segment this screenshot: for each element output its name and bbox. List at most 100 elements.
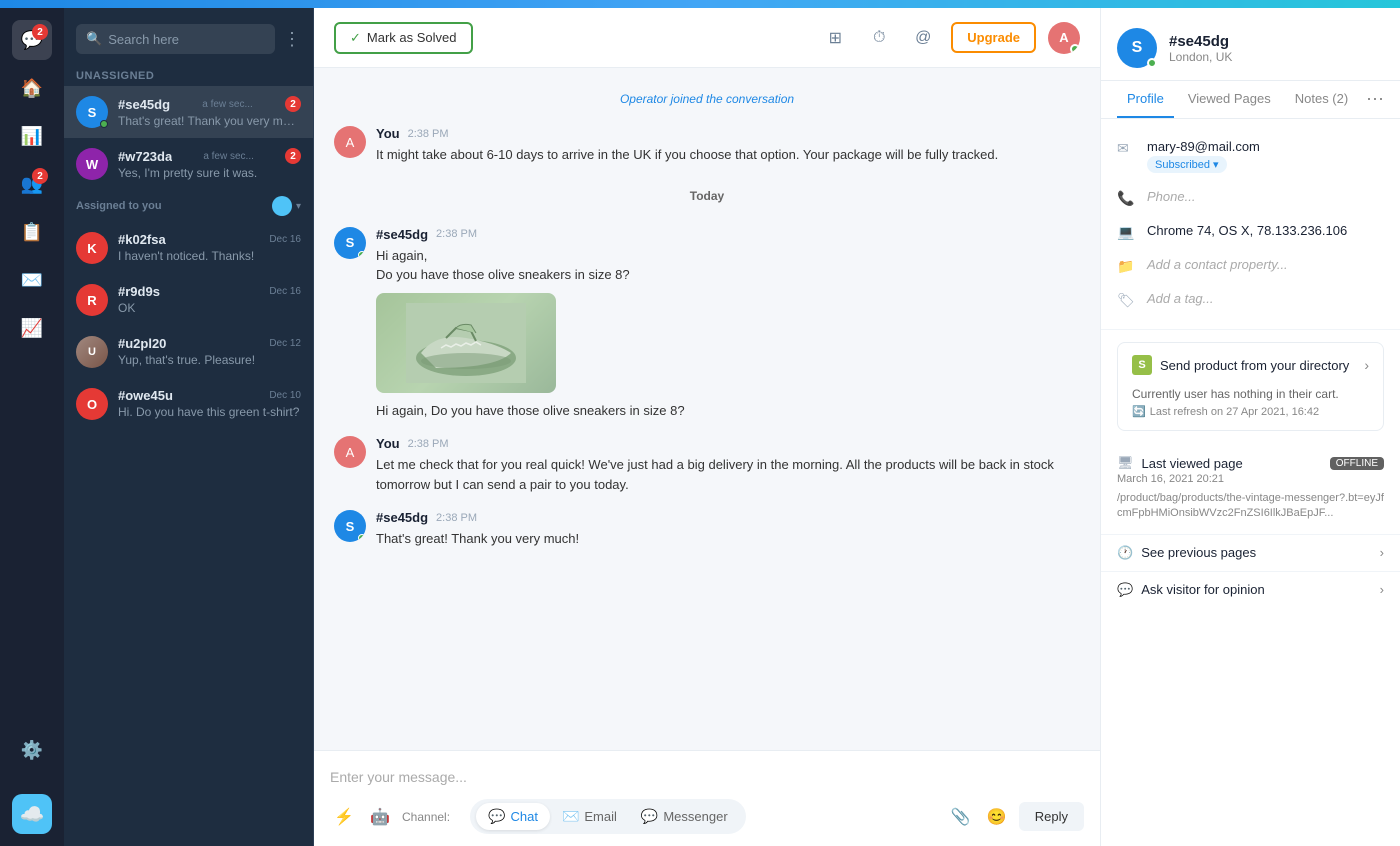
conv-time-owe45u: Dec 10: [269, 390, 301, 401]
msg-bubble-2b: Hi again, Do you have those olive sneake…: [376, 401, 1080, 421]
conv-info-owe45u: #owe45u Dec 10 Hi. Do you have this gree…: [118, 388, 301, 419]
see-previous-content: 🕐 See previous pages: [1117, 545, 1256, 561]
input-toolbar: ⚡ 🤖 Channel: 💬 Chat ✉️ Email 💬: [330, 799, 1084, 834]
reply-button[interactable]: Reply: [1019, 802, 1084, 831]
upgrade-button[interactable]: Upgrade: [951, 22, 1036, 53]
rp-tab-profile[interactable]: Profile: [1117, 81, 1174, 118]
send-product-card[interactable]: S Send product from your directory › Cur…: [1117, 342, 1384, 431]
main-layout: 💬 2 🏠 📊 👥 2 📋 ✉️ 📈 ⚙️: [0, 8, 1400, 846]
user-avatar-header[interactable]: A: [1048, 22, 1080, 54]
conv-header: 🔍 ⋮: [64, 8, 313, 62]
lightning-icon[interactable]: ⚡: [330, 803, 358, 831]
add-property-label[interactable]: Add a contact property...: [1147, 257, 1384, 272]
avatar-k02fsa: K: [76, 232, 108, 264]
unassigned-label: Unassigned: [64, 62, 313, 86]
rp-tab-more-icon[interactable]: ⋯: [1366, 89, 1384, 110]
search-box[interactable]: 🔍: [76, 24, 275, 54]
avatar-w723da: W: [76, 148, 108, 180]
rp-phone-placeholder[interactable]: Phone...: [1147, 189, 1384, 204]
messenger-channel-icon: 💬: [641, 808, 658, 825]
msg-time-1: 2:38 PM: [408, 128, 449, 140]
logo-icon: ☁️: [20, 802, 45, 827]
mention-icon[interactable]: @: [907, 22, 939, 54]
top-bar: [0, 0, 1400, 8]
contacts-badge: 2: [32, 168, 48, 184]
ask-opinion-button[interactable]: 💬 Ask visitor for opinion ›: [1101, 572, 1400, 608]
conversation-item-u2pl20[interactable]: U #u2pl20 Dec 12 Yup, that's true. Pleas…: [64, 326, 313, 378]
assigned-header: Assigned to you ▾: [64, 190, 313, 222]
channel-tab-email[interactable]: ✉️ Email: [550, 803, 629, 830]
msg-bubble-3: Let me check that for you real quick! We…: [376, 455, 1080, 494]
channel-selector: 💬 Chat ✉️ Email 💬 Messenger: [470, 799, 746, 834]
avatar-owe45u: O: [76, 388, 108, 420]
msg-time-2: 2:38 PM: [436, 228, 477, 240]
nav-icon-reports[interactable]: 📊: [12, 116, 52, 156]
send-product-header[interactable]: S Send product from your directory ›: [1118, 343, 1383, 387]
see-previous-button[interactable]: 🕐 See previous pages ›: [1101, 535, 1400, 572]
conv-name-se45dg: #se45dg: [118, 97, 170, 112]
nav-icon-home[interactable]: 🏠: [12, 68, 52, 108]
conv-info-r9d9s: #r9d9s Dec 16 OK: [118, 284, 301, 315]
channel-tab-chat[interactable]: 💬 Chat: [476, 803, 550, 830]
nav-logo[interactable]: ☁️: [12, 794, 52, 834]
lp-url: /product/bag/products/the-vintage-messen…: [1117, 491, 1384, 522]
subscribed-arrow: ▾: [1213, 158, 1219, 171]
last-refresh-text: 🔄 Last refresh on 27 Apr 2021, 16:42: [1132, 405, 1369, 418]
message-input[interactable]: [330, 763, 1084, 791]
add-tag-label[interactable]: Add a tag...: [1147, 291, 1384, 306]
clock-icon[interactable]: ⏱: [863, 22, 895, 54]
rp-contact-fields: ✉ mary-89@mail.com Subscribed ▾ 📞 Phone.…: [1101, 119, 1400, 330]
msg-header-4: #se45dg 2:38 PM: [376, 510, 1080, 525]
rp-tag-field: 🏷 Add a tag...: [1117, 283, 1384, 317]
conversation-item-k02fsa[interactable]: K #k02fsa Dec 16 I haven't noticed. Than…: [64, 222, 313, 274]
nav-sidebar: 💬 2 🏠 📊 👥 2 📋 ✉️ 📈 ⚙️: [0, 8, 64, 846]
channel-tab-messenger[interactable]: 💬 Messenger: [629, 803, 740, 830]
rp-phone-content: Phone...: [1147, 189, 1384, 204]
subscribed-tag[interactable]: Subscribed ▾: [1147, 156, 1227, 173]
conversations-panel: 🔍 ⋮ Unassigned S #se45dg a few sec... 2: [64, 8, 314, 846]
conversation-item-se45dg[interactable]: S #se45dg a few sec... 2 That's great! T…: [64, 86, 313, 138]
monitor-icon: 🖥: [1117, 455, 1134, 471]
agent-avatar-1: A: [334, 126, 366, 158]
phone-icon: 📞: [1117, 190, 1137, 207]
sneaker-svg: [406, 303, 526, 383]
conversation-item-r9d9s[interactable]: R #r9d9s Dec 16 OK: [64, 274, 313, 326]
messenger-channel-label: Messenger: [663, 809, 727, 824]
emoji-icon[interactable]: 😊: [983, 803, 1011, 831]
conversation-item-w723da[interactable]: W #w723da a few sec... 2 Yes, I'm pretty…: [64, 138, 313, 190]
rp-tab-notes[interactable]: Notes (2): [1285, 81, 1358, 118]
msg-image-sneakers: [376, 293, 556, 393]
conv-preview-owe45u: Hi. Do you have this green t-shirt?: [118, 405, 301, 419]
search-input[interactable]: [108, 32, 265, 47]
nav-icon-contacts[interactable]: 👥 2: [12, 164, 52, 204]
rp-property-field: 📁 Add a contact property...: [1117, 249, 1384, 283]
rp-browser-value: Chrome 74, OS X, 78.133.236.106: [1147, 223, 1384, 238]
rp-browser-content: Chrome 74, OS X, 78.133.236.106: [1147, 223, 1384, 238]
rp-name: #se45dg: [1169, 33, 1232, 50]
rp-tabs: Profile Viewed Pages Notes (2) ⋯: [1101, 81, 1400, 119]
conv-top-se45dg: #se45dg a few sec... 2: [118, 96, 301, 112]
reports-icon: 📊: [21, 126, 43, 147]
email-channel-label: Email: [584, 809, 617, 824]
chat-messages: Operator joined the conversation A You 2…: [314, 68, 1100, 750]
chat-input-area: ⚡ 🤖 Channel: 💬 Chat ✉️ Email 💬: [314, 750, 1100, 846]
rp-tab-viewed[interactable]: Viewed Pages: [1178, 81, 1281, 118]
lp-title: 🖥 Last viewed page: [1117, 455, 1243, 471]
nav-icon-settings[interactable]: ⚙️: [12, 730, 52, 770]
tag-icon: 🏷: [1117, 292, 1137, 309]
rp-email-content: mary-89@mail.com Subscribed ▾: [1147, 139, 1384, 173]
nav-icon-email[interactable]: ✉️: [12, 260, 52, 300]
bot-icon[interactable]: 🤖: [366, 803, 394, 831]
grid-icon[interactable]: ⊞: [819, 22, 851, 54]
opinion-icon: 💬: [1117, 582, 1133, 598]
nav-icon-chat[interactable]: 💬 2: [12, 20, 52, 60]
nav-icon-analytics[interactable]: 📈: [12, 308, 52, 348]
mark-solved-button[interactable]: ✓ Mark as Solved: [334, 22, 473, 54]
conversation-item-owe45u[interactable]: O #owe45u Dec 10 Hi. Do you have this gr…: [64, 378, 313, 430]
msg-bubble-2: Hi again,Do you have those olive sneaker…: [376, 246, 1080, 393]
more-options-icon[interactable]: ⋮: [283, 29, 301, 50]
nav-icon-contact-book[interactable]: 📋: [12, 212, 52, 252]
dropdown-arrow-icon[interactable]: ▾: [296, 201, 301, 212]
attachment-icon[interactable]: 📎: [947, 803, 975, 831]
msg-content-3: You 2:38 PM Let me check that for you re…: [376, 436, 1080, 494]
